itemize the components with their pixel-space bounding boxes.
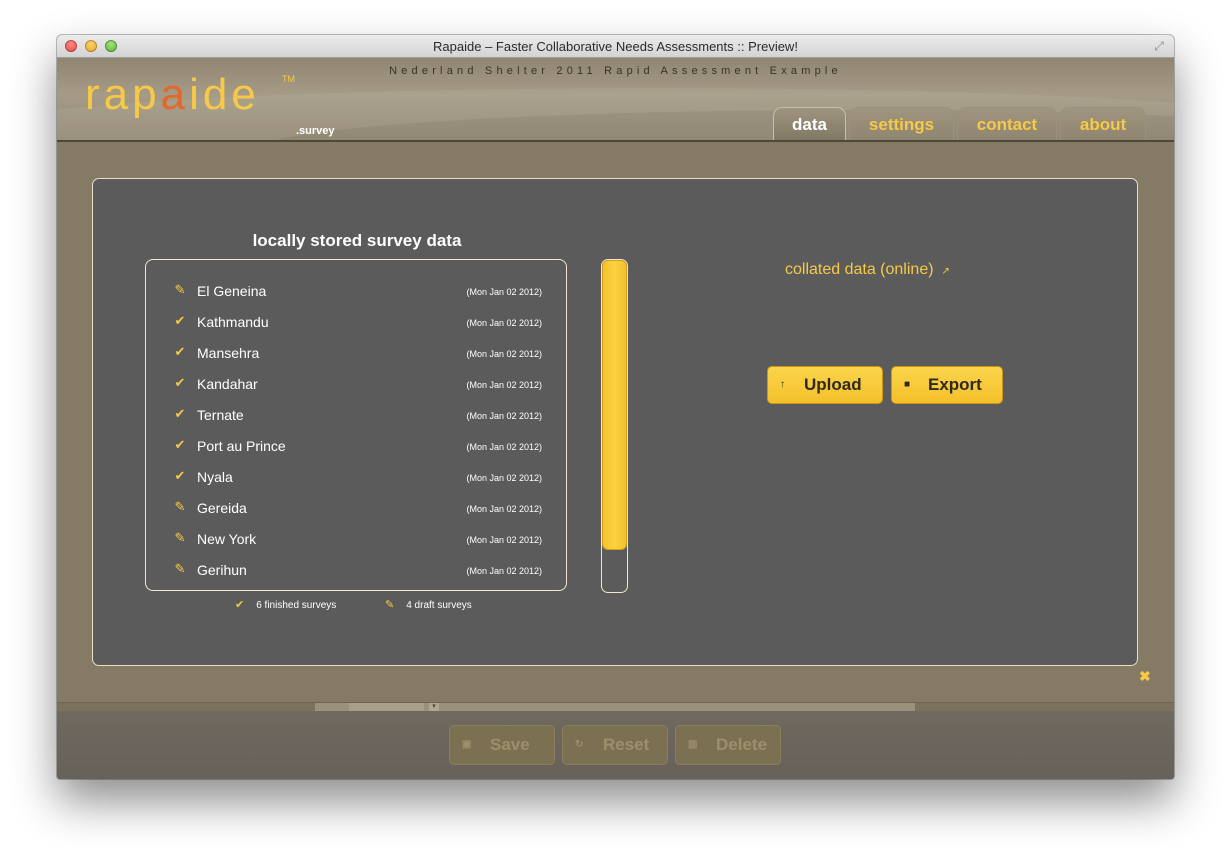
survey-row[interactable]: ✎ New York (Mon Jan 02 2012)	[146, 526, 566, 557]
legend-finished: ✔ 6 finished surveys	[235, 599, 337, 611]
survey-row[interactable]: ✔ Ternate (Mon Jan 02 2012)	[146, 402, 566, 433]
scrollbar-thumb[interactable]	[602, 260, 627, 550]
survey-name: Port au Prince	[197, 438, 286, 454]
save-icon: ▣	[462, 739, 472, 750]
check-icon: ✔	[235, 599, 245, 611]
briefcase-icon: ■	[904, 379, 911, 390]
trash-icon: ▥	[688, 739, 698, 750]
external-link-icon: ↗	[941, 266, 950, 277]
delete-button[interactable]: ▥ Delete	[675, 725, 781, 765]
tab-about[interactable]: about	[1060, 107, 1146, 140]
main-area: locally stored survey data ✎ El Geneina (M…	[57, 142, 1174, 702]
pencil-icon: ✎	[174, 499, 186, 514]
app-header: Nederland Shelter 2011 Rapid Assessment …	[57, 58, 1174, 142]
survey-row[interactable]: ✎ El Geneina (Mon Jan 02 2012)	[146, 278, 566, 309]
horizontal-scrollbar[interactable]: ▾	[57, 702, 1174, 711]
check-icon: ✔	[174, 313, 186, 328]
action-footer: ▣ Save ↻ Reset ▥ Delete	[57, 711, 1174, 779]
survey-name: Mansehra	[197, 345, 260, 361]
survey-name: Kathmandu	[197, 314, 269, 330]
survey-row[interactable]: ✎ Gereida (Mon Jan 02 2012)	[146, 495, 566, 526]
upload-button[interactable]: ↑ Upload	[767, 366, 883, 404]
data-panel: locally stored survey data ✎ El Geneina (M…	[92, 178, 1138, 666]
survey-name: Ternate	[197, 407, 244, 423]
collated-data-link[interactable]: collated data (online) ↗	[785, 261, 950, 279]
pencil-icon: ✎	[174, 282, 186, 297]
check-icon: ✔	[174, 406, 186, 421]
pencil-icon: ✎	[174, 530, 186, 545]
local-data-title: locally stored survey data	[252, 231, 462, 250]
survey-date: (Mon Jan 02 2012)	[466, 473, 542, 483]
title-bar: Rapaide – Faster Collaborative Needs Ass…	[57, 35, 1174, 58]
app-window: Rapaide – Faster Collaborative Needs Ass…	[57, 35, 1174, 779]
survey-date: (Mon Jan 02 2012)	[466, 380, 542, 390]
check-icon: ✔	[174, 344, 186, 359]
reset-button[interactable]: ↻ Reset	[562, 725, 668, 765]
survey-row[interactable]: ✔ Kandahar (Mon Jan 02 2012)	[146, 371, 566, 402]
survey-row[interactable]: ✎ Gerihun (Mon Jan 02 2012)	[146, 557, 566, 588]
tab-data[interactable]: data	[773, 107, 846, 140]
close-icon[interactable]: ✖	[1139, 668, 1151, 685]
survey-name: New York	[197, 531, 257, 547]
scroll-arrow-icon[interactable]: ▾	[429, 703, 439, 711]
reset-icon: ↻	[575, 739, 584, 750]
survey-date: (Mon Jan 02 2012)	[466, 318, 542, 328]
survey-row[interactable]: ✔ Kathmandu (Mon Jan 02 2012)	[146, 309, 566, 340]
tab-settings[interactable]: settings	[849, 107, 954, 140]
logo-trademark: TM	[282, 74, 295, 84]
window-title: Rapaide – Faster Collaborative Needs Ass…	[433, 39, 798, 54]
check-icon: ✔	[174, 375, 186, 390]
fullscreen-icon[interactable]: ⤢	[1152, 39, 1166, 53]
survey-date: (Mon Jan 02 2012)	[466, 411, 542, 421]
survey-row[interactable]: ✔ Nyala (Mon Jan 02 2012)	[146, 464, 566, 495]
survey-name: Gerihun	[197, 562, 247, 578]
arrow-up-icon: ↑	[780, 379, 785, 390]
survey-date: (Mon Jan 02 2012)	[466, 287, 542, 297]
save-button[interactable]: ▣ Save	[449, 725, 555, 765]
tab-contact[interactable]: contact	[957, 107, 1057, 140]
survey-row[interactable]: ✔ Mansehra (Mon Jan 02 2012)	[146, 340, 566, 371]
survey-list-scrollbar[interactable]	[601, 259, 628, 593]
survey-name: Kandahar	[197, 376, 258, 392]
pencil-icon: ✎	[174, 561, 186, 576]
survey-name: Gereida	[197, 500, 247, 516]
check-icon: ✔	[174, 468, 186, 483]
check-icon: ✔	[174, 437, 186, 452]
survey-list[interactable]: ✎ El Geneina (Mon Jan 02 2012) ✔ Kathmandu (M…	[145, 259, 567, 591]
pencil-icon: ✎	[385, 599, 395, 611]
survey-row[interactable]: ✔ Port au Prince (Mon Jan 02 2012)	[146, 433, 566, 464]
survey-date: (Mon Jan 02 2012)	[466, 349, 542, 359]
rapaide-logo: rapaide	[85, 70, 260, 119]
legend-draft: ✎ 4 draft surveys	[385, 599, 472, 611]
survey-name: Nyala	[197, 469, 233, 485]
logo-suffix: .survey	[296, 125, 335, 137]
survey-date: (Mon Jan 02 2012)	[466, 535, 542, 545]
export-button[interactable]: ■ Export	[891, 366, 1003, 404]
survey-name: El Geneina	[197, 283, 267, 299]
survey-date: (Mon Jan 02 2012)	[466, 504, 542, 514]
survey-date: (Mon Jan 02 2012)	[466, 442, 542, 452]
survey-date: (Mon Jan 02 2012)	[466, 566, 542, 576]
